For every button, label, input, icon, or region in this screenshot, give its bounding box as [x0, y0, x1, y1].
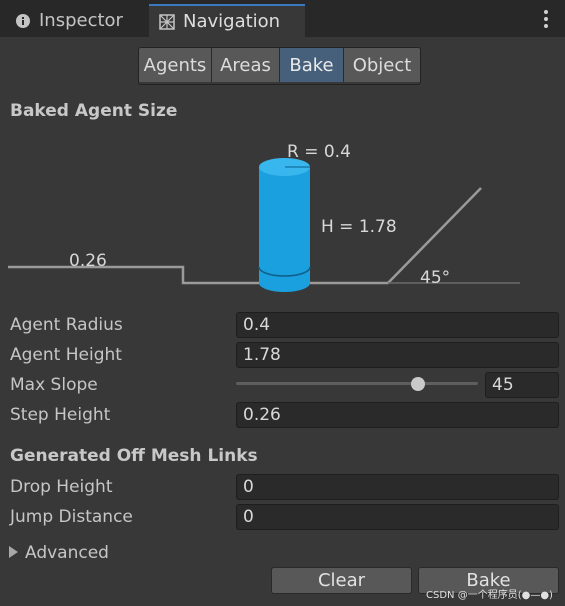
tab-inspector-label: Inspector [39, 10, 123, 31]
segment-areas[interactable]: Areas [212, 48, 280, 82]
agent-height-field[interactable]: 1.78 [236, 342, 559, 368]
drop-height-label: Drop Height [10, 477, 113, 497]
max-slope-field[interactable]: 45 [485, 372, 559, 398]
step-height-label-field: Step Height [10, 405, 111, 425]
height-label: H = 1.78 [321, 217, 397, 237]
max-slope-label: Max Slope [10, 375, 98, 395]
advanced-foldout-label[interactable]: Advanced [25, 543, 109, 563]
tab-navigation-label: Navigation [183, 11, 281, 32]
navigation-mode-segmented-control: Agents Areas Bake Object [138, 47, 421, 85]
segment-agents[interactable]: Agents [139, 48, 212, 82]
step-height-label: 0.26 [69, 251, 107, 271]
segment-bake[interactable]: Bake [280, 48, 344, 82]
agent-cylinder [258, 158, 311, 292]
jump-distance-label: Jump Distance [10, 507, 133, 527]
radius-label: R = 0.4 [287, 142, 351, 162]
off-mesh-links-header: Generated Off Mesh Links [10, 446, 258, 466]
agent-size-diagram: R = 0.4 H = 1.78 0.26 45° [8, 142, 520, 292]
tab-navigation[interactable]: Navigation [149, 4, 305, 37]
agent-height-label: Agent Height [10, 345, 122, 365]
watermark-text: CSDN @一个程序员(●—●) [426, 590, 553, 601]
baked-agent-size-header: Baked Agent Size [10, 101, 178, 121]
agent-radius-label: Agent Radius [10, 315, 123, 335]
clear-button[interactable]: Clear [271, 567, 412, 594]
navigation-icon [159, 13, 175, 30]
window-tab-bar: Inspector Navigation [0, 0, 565, 37]
tab-inspector[interactable]: Inspector [0, 4, 147, 37]
max-slope-slider-handle[interactable] [410, 377, 425, 391]
info-icon [15, 13, 31, 29]
segment-object[interactable]: Object [344, 48, 420, 82]
foldout-arrow-icon[interactable] [9, 546, 18, 558]
max-slope-slider-track[interactable] [236, 382, 478, 385]
drop-height-field[interactable]: 0 [236, 474, 559, 500]
slope-angle-label: 45° [420, 268, 450, 288]
step-height-field[interactable]: 0.26 [236, 402, 559, 428]
jump-distance-field[interactable]: 0 [236, 504, 559, 530]
agent-radius-field[interactable]: 0.4 [236, 312, 559, 338]
more-options-icon[interactable] [543, 9, 549, 29]
